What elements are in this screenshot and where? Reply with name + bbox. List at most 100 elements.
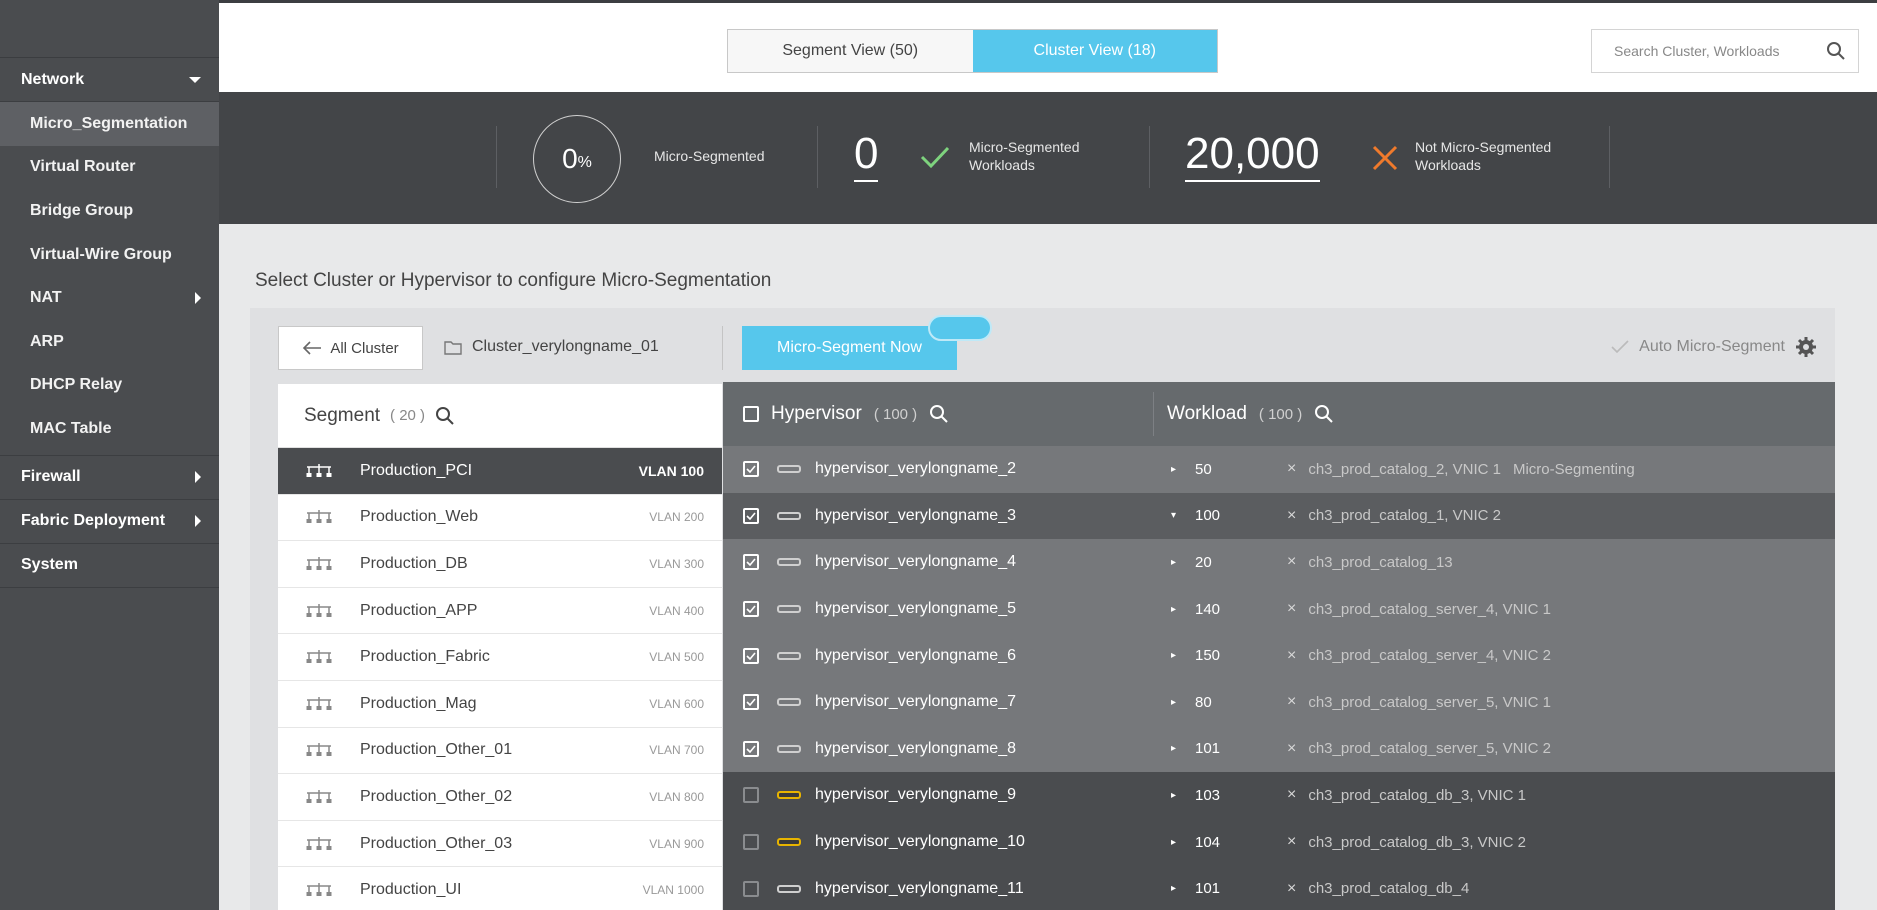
list-item[interactable]: Production_Fabric VLAN 500: [278, 634, 722, 681]
table-row[interactable]: hypervisor_verylongname_3 ▾ 100 × ch3_prod_c…: [723, 492, 1835, 540]
hypervisor-name: hypervisor_verylongname_11: [815, 879, 1024, 897]
sidebar-item-dhcp-relay[interactable]: DHCP Relay: [0, 364, 219, 408]
workload-item: × ch3_prod_catalog_server_4, VNIC 2: [1287, 647, 1551, 665]
segment-list: Segment ( 20 ) Production_PCI VLAN 100 Pro…: [278, 384, 722, 910]
close-icon[interactable]: ×: [1287, 880, 1296, 898]
table-row[interactable]: hypervisor_verylongname_9 ▸ 103 × ch3_prod_c…: [723, 772, 1835, 819]
sidebar-section-label: Firewall: [21, 468, 81, 486]
workload-header-cell: Workload ( 100 ): [1167, 403, 1334, 425]
sidebar-section-system[interactable]: System: [0, 544, 219, 588]
chevron-down-icon[interactable]: ▾: [1171, 510, 1176, 521]
server-icon: [777, 605, 801, 614]
table-row[interactable]: hypervisor_verylongname_11 ▸ 101 × ch3_prod_…: [723, 865, 1835, 910]
sidebar-section-firewall[interactable]: Firewall: [0, 456, 219, 500]
workload-name: ch3_prod_catalog_db_3, VNIC 1: [1308, 786, 1526, 804]
close-icon[interactable]: ×: [1287, 740, 1296, 758]
close-icon[interactable]: ×: [1287, 647, 1296, 665]
search-icon[interactable]: [435, 406, 455, 426]
list-item[interactable]: Production_DB VLAN 300: [278, 541, 722, 588]
search-icon[interactable]: [929, 404, 949, 424]
select-all-checkbox[interactable]: [743, 406, 759, 422]
search-icon[interactable]: [1826, 41, 1846, 61]
micro-segment-now-button[interactable]: Micro-Segment Now: [742, 326, 957, 370]
list-item[interactable]: Production_APP VLAN 400: [278, 588, 722, 635]
close-icon[interactable]: ×: [1287, 786, 1296, 804]
workload-name: ch3_prod_catalog_2, VNIC 1: [1308, 460, 1501, 478]
list-item[interactable]: Production_PCI VLAN 100: [278, 448, 722, 495]
list-item[interactable]: Production_Other_01 VLAN 700: [278, 728, 722, 775]
search-icon[interactable]: [1314, 404, 1334, 424]
close-icon[interactable]: ×: [1287, 507, 1296, 525]
hypervisor-checkbox[interactable]: [743, 507, 759, 524]
list-item[interactable]: Production_Other_03 VLAN 900: [278, 821, 722, 868]
all-cluster-button[interactable]: All Cluster: [278, 326, 423, 370]
not-segmented-count[interactable]: 20,000: [1185, 132, 1320, 182]
hypervisor-checkbox[interactable]: [743, 880, 759, 897]
workload-name: ch3_prod_catalog_server_5, VNIC 1: [1308, 693, 1551, 711]
hypervisor-checkbox[interactable]: [743, 740, 759, 757]
chevron-right-icon[interactable]: ▸: [1171, 650, 1176, 661]
list-item[interactable]: Production_UI VLAN 1000: [278, 867, 722, 910]
chevron-right-icon[interactable]: ▸: [1171, 604, 1176, 615]
chevron-right-icon[interactable]: ▸: [1171, 883, 1176, 894]
close-icon[interactable]: ×: [1287, 693, 1296, 711]
hypervisor-checkbox[interactable]: [743, 647, 759, 664]
table-row[interactable]: hypervisor_verylongname_6 ▸ 150 × ch3_prod_c…: [723, 632, 1835, 679]
chevron-right-icon[interactable]: ▸: [1171, 837, 1176, 848]
sidebar-item-mac-table[interactable]: MAC Table: [0, 407, 219, 451]
sidebar-item-virtual-router[interactable]: Virtual Router: [0, 146, 219, 190]
search-input[interactable]: Search Cluster, Workloads: [1591, 29, 1859, 73]
close-icon[interactable]: ×: [1287, 553, 1296, 571]
tab-segment-view[interactable]: Segment View (50): [728, 30, 973, 72]
hypervisor-checkbox[interactable]: [743, 554, 759, 571]
hypervisor-checkbox[interactable]: [743, 601, 759, 618]
close-icon[interactable]: ×: [1287, 600, 1296, 618]
table-row[interactable]: hypervisor_verylongname_7 ▸ 80 × ch3_prod_ca…: [723, 678, 1835, 726]
divider: [1153, 392, 1154, 436]
sidebar-section-network[interactable]: Network: [0, 58, 219, 102]
segmented-count[interactable]: 0: [854, 132, 879, 182]
table-row[interactable]: hypervisor_verylongname_2 ▸ 50 × ch3_prod_ca…: [723, 446, 1835, 493]
close-icon[interactable]: ×: [1287, 833, 1296, 851]
chevron-right-icon[interactable]: ▸: [1171, 743, 1176, 754]
sidebar-item-bridge-group[interactable]: Bridge Group: [0, 189, 219, 233]
sidebar-item-virtual-wire-group[interactable]: Virtual-Wire Group: [0, 233, 219, 277]
hypervisor-checkbox[interactable]: [743, 787, 759, 804]
sidebar-section-fabric-deployment[interactable]: Fabric Deployment: [0, 500, 219, 544]
hypervisor-checkbox[interactable]: [743, 694, 759, 711]
chevron-right-icon[interactable]: ▸: [1171, 697, 1176, 708]
hypervisor-name: hypervisor_verylongname_8: [815, 739, 1016, 757]
sidebar-item-nat[interactable]: NAT: [0, 276, 219, 320]
sidebar-item-arp[interactable]: ARP: [0, 320, 219, 364]
network-icon: [306, 463, 332, 477]
table-row[interactable]: hypervisor_verylongname_10 ▸ 104 × ch3_prod_…: [723, 818, 1835, 866]
chevron-right-icon[interactable]: ▸: [1171, 464, 1176, 475]
list-item[interactable]: Production_Other_02 VLAN 800: [278, 774, 722, 821]
workload-name: ch3_prod_catalog_1, VNIC 2: [1308, 507, 1501, 525]
workload-item: × ch3_prod_catalog_server_5, VNIC 2: [1287, 740, 1551, 758]
sidebar-item-label: Virtual-Wire Group: [30, 245, 172, 263]
hypervisor-header: Hypervisor ( 100 ) Workload ( 100 ): [723, 382, 1835, 446]
chevron-right-icon[interactable]: ▸: [1171, 790, 1176, 801]
divider: [496, 126, 497, 188]
close-icon[interactable]: ×: [1287, 460, 1296, 478]
table-row[interactable]: hypervisor_verylongname_5 ▸ 140 × ch3_prod_c…: [723, 585, 1835, 633]
gear-icon[interactable]: [1795, 336, 1817, 358]
hypervisor-checkbox[interactable]: [743, 461, 759, 478]
not-segmented-label-line: Workloads: [1415, 157, 1481, 173]
segment-name: Production_Web: [360, 508, 478, 526]
segment-count: ( 20 ): [390, 407, 426, 424]
auto-micro-segment[interactable]: Auto Micro-Segment: [1611, 336, 1817, 358]
chevron-right-icon[interactable]: ▸: [1171, 557, 1176, 568]
segment-name: Production_PCI: [360, 461, 473, 479]
workload-item: × ch3_prod_catalog_1, VNIC 2: [1287, 507, 1501, 525]
tab-cluster-view[interactable]: Cluster View (18): [972, 30, 1217, 72]
table-row[interactable]: hypervisor_verylongname_4 ▸ 20 × ch3_prod_ca…: [723, 539, 1835, 586]
list-item[interactable]: Production_Web VLAN 200: [278, 495, 722, 542]
list-item[interactable]: Production_Mag VLAN 600: [278, 681, 722, 728]
table-row[interactable]: hypervisor_verylongname_8 ▸ 101 × ch3_prod_c…: [723, 725, 1835, 773]
sidebar-top: [0, 0, 219, 58]
hypervisor-checkbox[interactable]: [743, 834, 759, 851]
sidebar-item-micro-segmentation[interactable]: Micro_Segmentation: [0, 102, 219, 146]
workload-name: ch3_prod_catalog_13: [1308, 553, 1453, 571]
